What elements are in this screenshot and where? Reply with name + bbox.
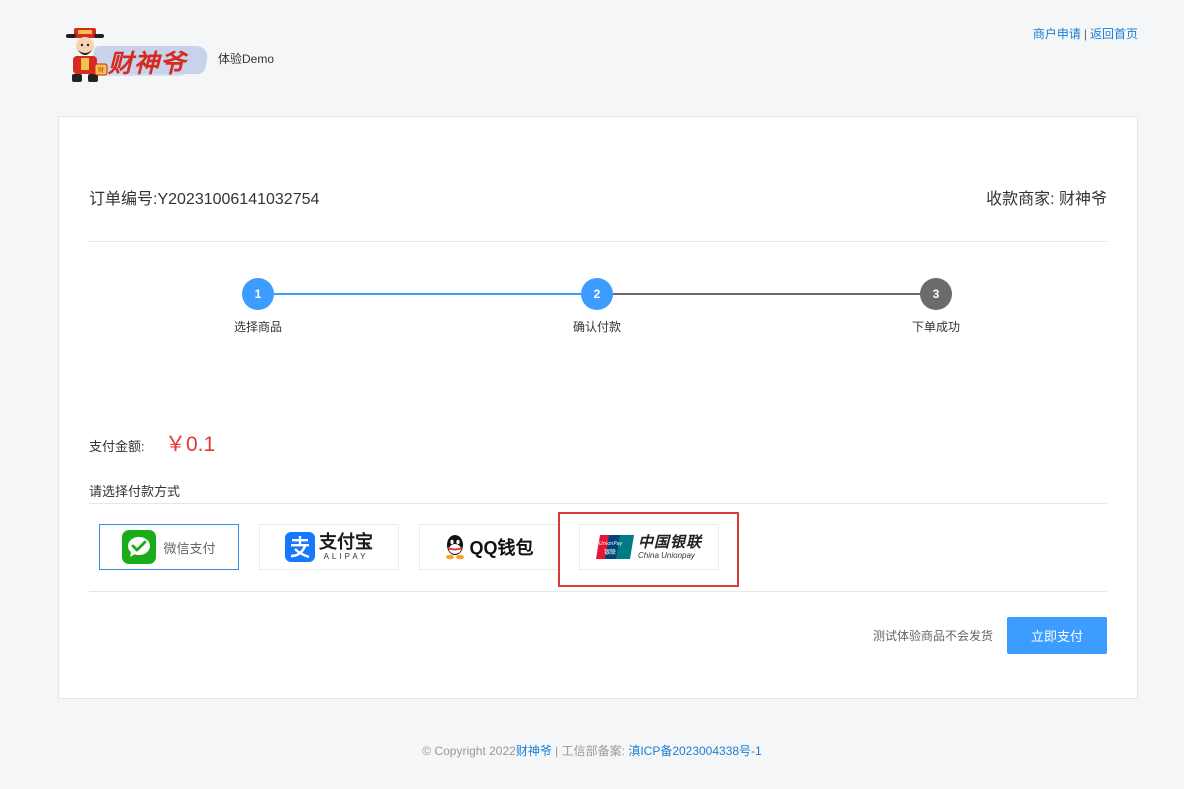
merchant-apply-link[interactable]: 商户申请 <box>1033 27 1081 41</box>
footer-separator: | 工信部备案: <box>551 744 629 758</box>
site-logo[interactable]: 财 财神爷 <box>62 26 210 84</box>
step-1-label: 选择商品 <box>233 320 282 334</box>
qq-wallet-label: QQ钱包 <box>469 538 534 558</box>
logo-text: 财神爷 <box>108 49 187 78</box>
wechat-pay-icon <box>122 530 157 564</box>
progress-steps: 1 选择商品 2 确认付款 3 下单成功 <box>59 277 1139 347</box>
step-3-label: 下单成功 <box>911 320 960 334</box>
alipay-label: 支付宝 <box>319 531 373 553</box>
step-line-pending <box>612 293 937 295</box>
divider <box>89 241 1107 242</box>
home-link[interactable]: 返回首页 <box>1090 27 1138 41</box>
page-footer: © Copyright 2022财神爷 | 工信部备案: 滇ICP备202300… <box>0 742 1184 759</box>
qq-wallet-icon <box>446 535 465 560</box>
icp-link[interactable]: 滇ICP备2023004338号-1 <box>628 744 761 758</box>
pay-method-qq-wallet[interactable]: QQ钱包 <box>419 524 559 570</box>
footer-brand-link[interactable]: 财神爷 <box>516 744 552 758</box>
divider <box>89 503 1107 504</box>
alipay-sublabel: ALIPAY <box>323 551 369 561</box>
step-2-label: 确认付款 <box>572 320 621 334</box>
step-3-circle: 3 <box>920 278 952 310</box>
merchant-name: 收款商家: 财神爷 <box>986 191 1107 208</box>
pay-method-wechat[interactable]: 微信支付 <box>99 524 239 570</box>
divider <box>89 591 1107 592</box>
test-notice: 测试体验商品不会发货 <box>872 629 993 643</box>
alipay-icon <box>285 532 315 562</box>
unionpay-highlight-box <box>558 512 739 587</box>
amount-label: 支付金额: <box>89 439 145 454</box>
pay-method-alipay[interactable]: 支付宝 ALIPAY <box>259 524 399 570</box>
demo-label: 体验Demo <box>218 52 275 66</box>
payment-card: 订单编号:Y20231006141032754 收款商家: 财神爷 1 选择商品… <box>58 116 1138 699</box>
page-header: 财 财神爷 体验Demo 商户申请 | 返回首页 <box>0 0 1184 110</box>
step-1-circle: 1 <box>242 278 274 310</box>
wechat-pay-label: 微信支付 <box>163 540 216 556</box>
order-number: 订单编号:Y20231006141032754 <box>89 191 320 208</box>
choose-method-label: 请选择付款方式 <box>89 484 181 499</box>
step-line-done <box>273 293 598 295</box>
svg-text:财: 财 <box>98 66 104 74</box>
god-of-wealth-icon: 财 <box>66 28 108 82</box>
pay-now-button[interactable]: 立即支付 <box>1007 617 1107 654</box>
top-links: 商户申请 | 返回首页 <box>1033 25 1138 42</box>
step-2-circle: 2 <box>581 278 613 310</box>
amount-value: ￥0.1 <box>165 433 216 456</box>
link-separator: | <box>1083 27 1087 41</box>
copyright-text: © Copyright 2022 <box>422 744 516 758</box>
